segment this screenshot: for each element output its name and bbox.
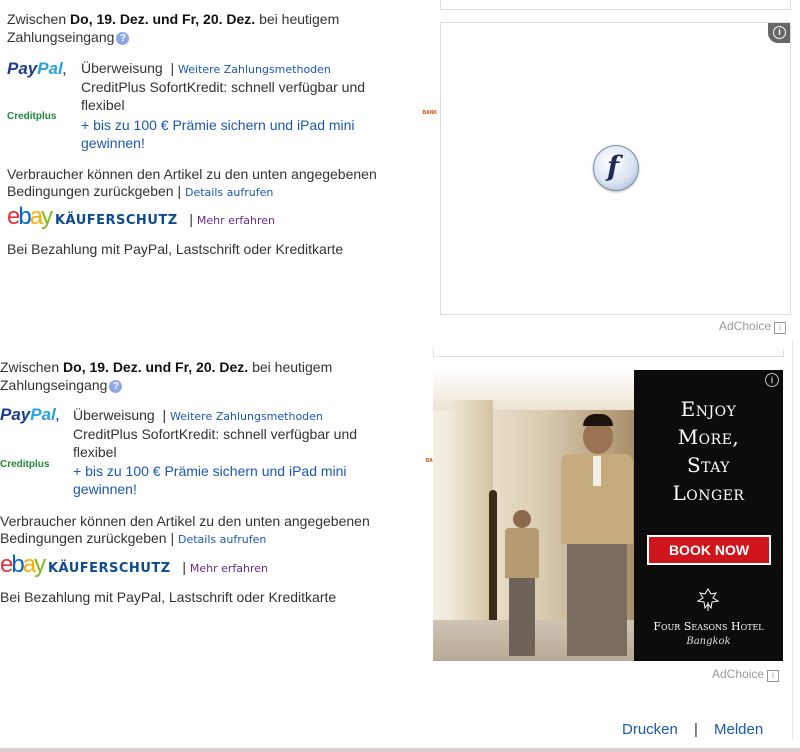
creditplus-promo-link-2[interactable]: gewinnen!	[81, 134, 145, 152]
ad-headline: Enjoy More, Stay Longer	[672, 397, 745, 505]
returns-policy-2: Bedingungen zurückgeben |	[7, 183, 182, 199]
returns-policy-2: Bedingungen zurückgeben |	[0, 530, 175, 546]
ebay-buyer-protection: ebay KÄUFERSCHUTZ | Mehr erfahren	[0, 551, 269, 578]
protection-text: Bei Bezahlung mit PayPal, Lastschrift od…	[0, 589, 337, 605]
ad-info-tab[interactable]: i	[768, 23, 790, 43]
listing-2-shipping-info: Zwischen Do, 19. Dez. und Fr, 20. Dez. b…	[0, 358, 440, 618]
ebay-logo: ebay	[7, 203, 53, 230]
ad-divider-strip	[433, 349, 784, 357]
delivery-dates: Do, 19. Dez. und Fr, 20. Dez.	[70, 11, 256, 27]
footer-separator: |	[694, 721, 698, 738]
learn-more-link[interactable]: Mehr erfahren	[197, 214, 275, 227]
learn-more-link[interactable]: Mehr erfahren	[190, 562, 268, 575]
four-seasons-tree-icon	[696, 588, 720, 612]
creditplus-promo-link[interactable]: + bis zu 100 € Prämie sichern und iPad m…	[73, 462, 347, 480]
right-border	[792, 340, 793, 740]
print-link[interactable]: Drucken	[622, 721, 678, 739]
flash-plugin-icon[interactable]: f	[593, 145, 639, 191]
creditplus-description: CreditPlus SofortKredit: schnell verfügb…	[73, 426, 358, 442]
ad-text-panel: i Enjoy More, Stay Longer BOOK NOW Four …	[634, 370, 783, 661]
ebay-buyer-protection: ebay KÄUFERSCHUTZ | Mehr erfahren	[7, 203, 276, 230]
ad-brand-sub: Bangkok	[686, 636, 731, 647]
delivery-suffix: bei heutigem	[255, 11, 340, 27]
returns-policy: Verbraucher können den Artikel zu den un…	[7, 166, 377, 182]
info-icon[interactable]: i	[765, 373, 779, 387]
delivery-estimate: Zwischen Do, 19. Dez. und Fr, 20. Dez. b…	[0, 359, 333, 375]
help-icon[interactable]: ?	[109, 380, 123, 393]
listing-1-shipping-info: Zwischen Do, 19. Dez. und Fr, 20. Dez. b…	[7, 10, 437, 257]
kauferschutz-label: KÄUFERSCHUTZ	[47, 561, 171, 576]
adchoice-2[interactable]: AdChoice i	[712, 667, 780, 682]
hotel-photo	[433, 370, 634, 661]
report-link[interactable]: Melden	[714, 721, 763, 739]
info-icon[interactable]: i	[773, 26, 786, 39]
delivery-estimate: Zwischen Do, 19. Dez. und Fr, 20. Dez. b…	[7, 10, 339, 28]
creditplus-description: CreditPlus SofortKredit: schnell verfügb…	[81, 79, 366, 95]
ebay-logo: ebay	[0, 551, 46, 578]
payment-transfer: Überweisung	[73, 407, 155, 423]
payment-transfer: Überweisung	[81, 60, 163, 76]
bottom-border	[0, 748, 800, 752]
more-payment-methods-link[interactable]: Weitere Zahlungsmethoden	[178, 63, 331, 76]
ad-brand: Four Seasons Hotel	[653, 620, 764, 633]
details-link[interactable]: Details aufrufen	[178, 533, 266, 546]
top-ad-strip	[440, 0, 791, 10]
returns-policy: Verbraucher können den Artikel zu den un…	[0, 513, 370, 529]
book-now-button[interactable]: BOOK NOW	[647, 535, 771, 565]
creditplus-description-2: flexibel	[81, 97, 125, 113]
paypal-logo: PayPal,	[7, 59, 67, 78]
kauferschutz-label: KÄUFERSCHUTZ	[54, 213, 178, 228]
adchoice-1[interactable]: AdChoice i	[719, 319, 787, 334]
more-payment-methods-link[interactable]: Weitere Zahlungsmethoden	[170, 410, 323, 423]
ad-slot-1[interactable]: i f	[440, 22, 791, 315]
ad-slot-2[interactable]: i Enjoy More, Stay Longer BOOK NOW Four …	[433, 370, 783, 661]
delivery-prefix: Zwischen	[7, 11, 71, 27]
creditplus-description-2: flexibel	[73, 444, 117, 460]
protection-text: Bei Bezahlung mit PayPal, Lastschrift od…	[7, 241, 344, 257]
details-link[interactable]: Details aufrufen	[185, 186, 273, 199]
creditplus-promo-link[interactable]: + bis zu 100 € Prämie sichern und iPad m…	[81, 116, 355, 134]
help-icon[interactable]: ?	[116, 32, 130, 45]
delivery-line2: Zahlungseingang	[0, 377, 108, 393]
creditplus-promo-link-2[interactable]: gewinnen!	[73, 480, 137, 498]
paypal-logo: PayPal,	[0, 405, 60, 424]
delivery-line2: Zahlungseingang	[7, 29, 115, 45]
